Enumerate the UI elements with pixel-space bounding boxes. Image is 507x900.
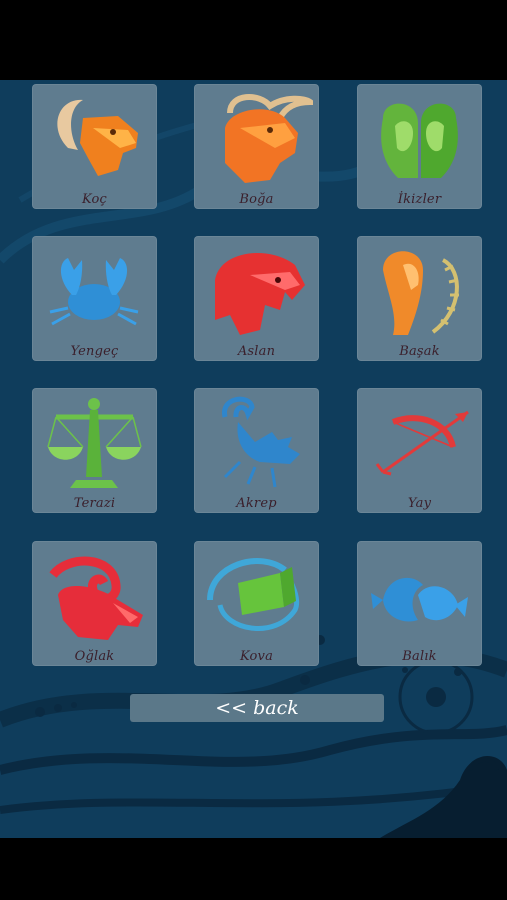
sign-tile-aquarius[interactable]: Kova xyxy=(194,541,319,666)
sagittarius-bow-icon xyxy=(375,410,469,476)
sign-label: Yay xyxy=(407,496,432,511)
sign-label: Yengeç xyxy=(70,344,119,359)
sign-label: Boğa xyxy=(239,192,274,207)
sign-label: Oğlak xyxy=(74,649,115,664)
aquarius-water-icon xyxy=(207,558,300,631)
sign-tile-pisces[interactable]: Balık xyxy=(357,541,482,666)
sign-tile-sagittarius[interactable]: Yay xyxy=(357,388,482,513)
sign-tile-libra[interactable]: Terazi xyxy=(32,388,157,513)
sign-label: Aslan xyxy=(237,344,276,359)
cancer-crab-icon xyxy=(49,258,139,326)
aries-ram-head-icon xyxy=(57,99,138,176)
pisces-fish-icon xyxy=(371,577,468,622)
sign-label: Koç xyxy=(81,192,108,207)
sign-tile-virgo[interactable]: Başak xyxy=(357,236,482,361)
sign-label: Kova xyxy=(239,649,274,664)
sign-tile-gemini[interactable]: İkizler xyxy=(357,84,482,209)
sign-label: Terazi xyxy=(73,496,116,511)
leo-lion-icon xyxy=(215,253,305,335)
zodiac-screen: Koç Boğa İkizler Yengeç Aslan Başak Tera… xyxy=(0,80,507,838)
capricorn-goat-icon xyxy=(49,556,143,640)
back-button[interactable]: << back xyxy=(130,694,384,722)
sign-tile-scorpio[interactable]: Akrep xyxy=(194,388,319,513)
libra-scales-icon xyxy=(47,398,142,488)
sign-label: Başak xyxy=(399,344,440,359)
sign-tile-leo[interactable]: Aslan xyxy=(194,236,319,361)
taurus-bull-icon xyxy=(225,94,313,183)
sign-tile-taurus[interactable]: Boğa xyxy=(194,84,319,209)
sign-label: Balık xyxy=(402,649,437,664)
sign-tile-aries[interactable]: Koç xyxy=(32,84,157,209)
gemini-twins-icon xyxy=(381,103,458,178)
sign-label: İkizler xyxy=(397,192,442,207)
sign-label: Akrep xyxy=(236,496,277,511)
virgo-maiden-icon xyxy=(383,251,459,335)
scorpio-scorpion-icon xyxy=(222,396,300,488)
sign-tile-cancer[interactable]: Yengeç xyxy=(32,236,157,361)
sign-tile-capricorn[interactable]: Oğlak xyxy=(32,541,157,666)
